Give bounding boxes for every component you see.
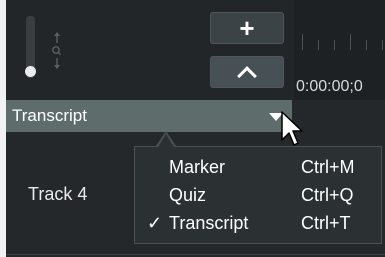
zoom-slider-thumb[interactable]: [25, 66, 36, 77]
menu-item-label: Transcript: [169, 213, 249, 233]
add-track-button[interactable]: +: [210, 12, 284, 44]
menu-item-shortcut: Ctrl+Q: [301, 185, 354, 205]
timecode-label: 0:00:00;0: [296, 78, 363, 95]
plus-icon: +: [239, 13, 255, 43]
ruler-tick: [366, 40, 367, 50]
chevron-up-icon: [237, 65, 257, 86]
ruler-tick: [334, 40, 335, 50]
ruler-tick: [318, 40, 319, 50]
menu-item-quiz[interactable]: Quiz Ctrl+Q: [135, 185, 381, 211]
mouse-pointer-icon: [281, 111, 303, 146]
menu-item-transcript[interactable]: ✓ Transcript Ctrl+T: [135, 213, 381, 239]
check-icon: ✓: [147, 213, 163, 233]
collapse-button[interactable]: [210, 56, 284, 88]
menu-pointer-fill: [158, 134, 174, 147]
zoom-slider-icon: [50, 30, 64, 76]
menu-item-shortcut: Ctrl+M: [301, 157, 355, 177]
menu-item-label: Quiz: [169, 185, 207, 205]
transcript-track-lane[interactable]: [292, 100, 385, 132]
menu-item-marker[interactable]: Marker Ctrl+M: [135, 157, 381, 183]
track-type-menu: Marker Ctrl+M Quiz Ctrl+Q ✓ Transcript C…: [134, 146, 382, 244]
ruler-tick: [302, 34, 303, 50]
zoom-control: [6, 0, 66, 96]
transcript-track-header[interactable]: Transcript: [6, 100, 292, 132]
track-name-transcript: Transcript: [12, 106, 87, 125]
menu-item-label: Marker: [169, 157, 226, 177]
ruler-tick: [382, 40, 383, 50]
row-divider: [6, 254, 385, 255]
track-name-track-4: Track 4: [28, 184, 88, 204]
ruler-tick: [350, 34, 351, 50]
menu-item-shortcut: Ctrl+T: [301, 213, 351, 233]
timeline-panel: + 0:00:00;0 Transcript Track 4 Marker Ct…: [6, 0, 385, 257]
